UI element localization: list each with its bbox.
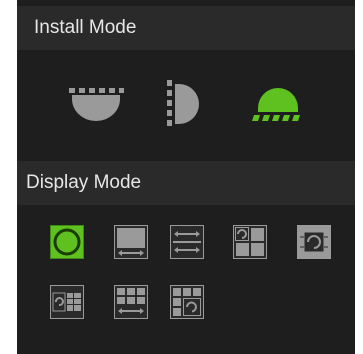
- fisheye-settings-panel: Install Mode Display Mode: [17, 0, 355, 354]
- fisheye-plus-8ptz-icon: [297, 225, 331, 259]
- install-mode-wall-button[interactable]: [167, 80, 237, 140]
- panorama-icon: [114, 225, 148, 259]
- fisheye-plus-panorama-plus-ptz-icon: [170, 285, 204, 319]
- display-mode-fisheye-6ptz-button[interactable]: [50, 285, 84, 319]
- floor-mount-icon: [252, 88, 300, 121]
- fisheye-plus-3ptz-icon: [233, 225, 267, 259]
- display-mode-title: Display Mode: [26, 172, 142, 193]
- display-mode-fisheye-button[interactable]: [50, 225, 84, 259]
- ceiling-mount-icon: [69, 88, 124, 121]
- display-mode-double-panorama-button[interactable]: [170, 225, 204, 259]
- display-mode-fisheye-8ptz-button[interactable]: [297, 225, 331, 259]
- install-mode-header: Install Mode: [17, 6, 355, 50]
- install-mode-title: Install Mode: [34, 17, 137, 38]
- panorama-plus-6ptz-icon: [114, 285, 148, 319]
- fisheye-original-icon: [50, 225, 84, 259]
- display-mode-panorama-6ptz-button[interactable]: [114, 285, 148, 319]
- display-mode-panorama-button[interactable]: [114, 225, 148, 259]
- install-mode-ceiling-button[interactable]: [69, 80, 139, 140]
- wall-mount-icon: [167, 80, 199, 126]
- fisheye-plus-6ptz-icon: [50, 285, 84, 319]
- install-mode-floor-button[interactable]: [250, 80, 320, 140]
- display-mode-fisheye-panorama-ptz-button[interactable]: [170, 285, 204, 319]
- display-mode-header: Display Mode: [17, 161, 355, 205]
- double-panorama-icon: [170, 225, 204, 259]
- display-mode-fisheye-3ptz-button[interactable]: [233, 225, 267, 259]
